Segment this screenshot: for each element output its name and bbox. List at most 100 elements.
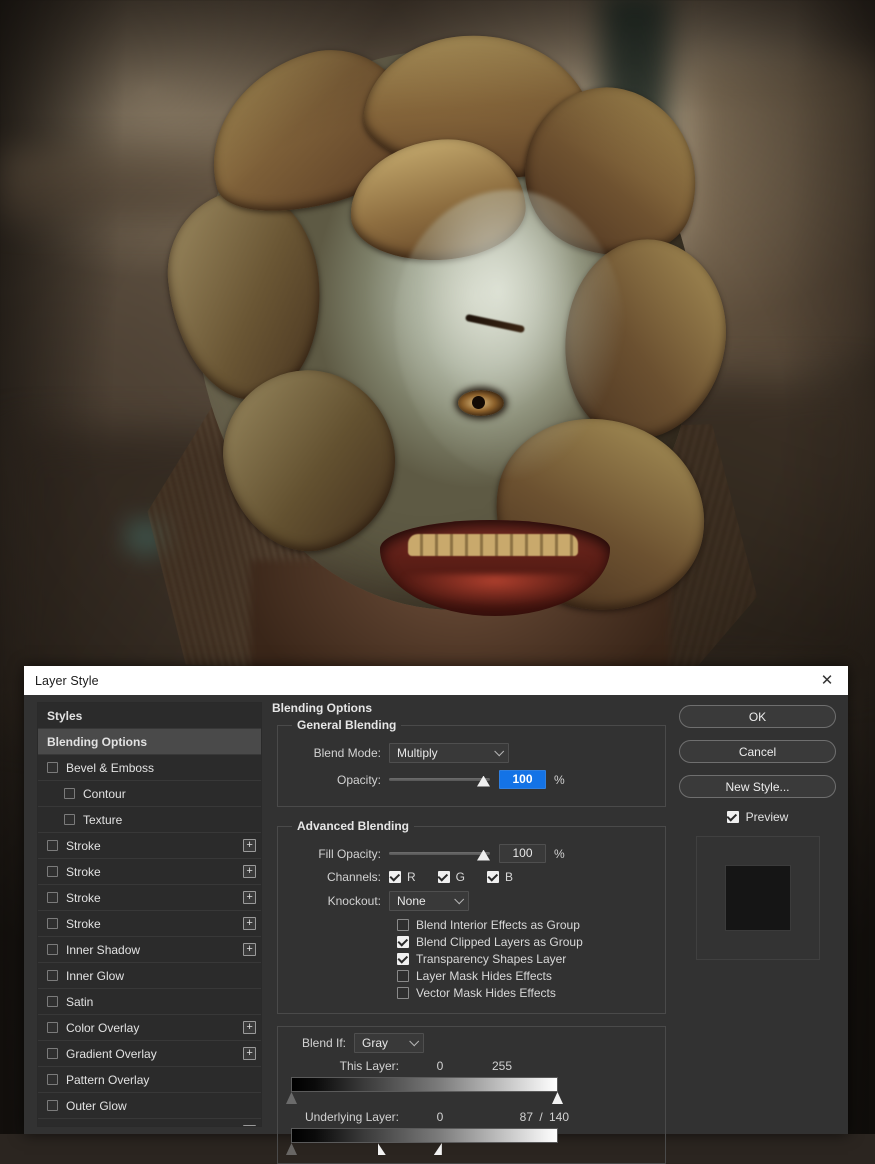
- styles-list-item[interactable]: Satin: [38, 989, 261, 1015]
- styles-list-item[interactable]: Styles: [38, 703, 261, 729]
- styles-list-item-label: Gradient Overlay: [66, 1046, 157, 1061]
- new-style-button[interactable]: New Style...: [679, 775, 836, 798]
- styles-list-item[interactable]: Contour: [38, 781, 261, 807]
- styles-list-item[interactable]: Drop Shadow+: [38, 1119, 261, 1127]
- add-effect-plus-icon[interactable]: +: [243, 1125, 256, 1126]
- advanced-option-checkbox[interactable]: [397, 953, 409, 965]
- blend-mode-row: Blend Mode: Multiply: [286, 743, 657, 763]
- channel-g-checkbox[interactable]: [437, 871, 450, 883]
- style-enable-checkbox[interactable]: [64, 814, 75, 825]
- add-effect-plus-icon[interactable]: +: [243, 917, 256, 930]
- styles-list-item[interactable]: Gradient Overlay +: [38, 1041, 261, 1067]
- advanced-option-row[interactable]: Layer Mask Hides Effects: [397, 969, 657, 983]
- advanced-option-checkbox[interactable]: [397, 919, 409, 931]
- style-enable-checkbox[interactable]: [47, 866, 58, 877]
- opacity-row: Opacity: 100 %: [286, 770, 657, 789]
- this-layer-black-slider[interactable]: [286, 1092, 297, 1104]
- add-effect-plus-icon[interactable]: +: [243, 1021, 256, 1034]
- add-effect-plus-icon[interactable]: +: [243, 891, 256, 904]
- preview-thumbnail: [724, 865, 791, 931]
- underlying-white-low-value[interactable]: 87: [471, 1110, 533, 1124]
- underlying-black-value[interactable]: 0: [409, 1110, 471, 1124]
- styles-list-item[interactable]: Bevel & Emboss: [38, 755, 261, 781]
- styles-list-item-label: Stroke: [66, 890, 101, 905]
- add-effect-plus-icon[interactable]: +: [243, 943, 256, 956]
- channel-b-label: B: [505, 870, 514, 884]
- panel-title: Blending Options: [272, 701, 372, 715]
- style-enable-checkbox[interactable]: [47, 918, 58, 929]
- style-enable-checkbox[interactable]: [47, 1022, 58, 1033]
- styles-list-item[interactable]: Color Overlay +: [38, 1015, 261, 1041]
- blend-if-channel-select[interactable]: Gray: [354, 1033, 424, 1053]
- style-enable-checkbox[interactable]: [47, 944, 58, 955]
- styles-list-item[interactable]: Inner Shadow +: [38, 937, 261, 963]
- styles-list-item-label: Texture: [83, 812, 123, 827]
- styles-list-item[interactable]: Stroke +: [38, 859, 261, 885]
- style-enable-checkbox[interactable]: [47, 1048, 58, 1059]
- style-enable-checkbox[interactable]: [47, 762, 58, 773]
- styles-list-item[interactable]: Stroke +: [38, 833, 261, 859]
- channel-r-checkbox[interactable]: [389, 871, 401, 883]
- styles-list-item[interactable]: Outer Glow: [38, 1093, 261, 1119]
- style-enable-checkbox[interactable]: [47, 892, 58, 903]
- style-enable-checkbox[interactable]: [47, 1074, 58, 1085]
- knockout-select[interactable]: None: [389, 891, 469, 911]
- advanced-option-row[interactable]: Vector Mask Hides Effects: [397, 986, 657, 1000]
- add-effect-plus-icon[interactable]: +: [243, 865, 256, 878]
- blend-if-label: Blend If:: [301, 1036, 346, 1050]
- opacity-slider[interactable]: [389, 771, 490, 789]
- channel-g-toggle[interactable]: G: [437, 870, 465, 884]
- advanced-option-checkbox[interactable]: [397, 936, 409, 948]
- styles-list-item[interactable]: Blending Options: [38, 729, 261, 755]
- preview-toggle[interactable]: Preview: [679, 810, 836, 824]
- channel-b-checkbox[interactable]: [487, 871, 500, 883]
- this-layer-black-value[interactable]: 0: [409, 1059, 471, 1073]
- channel-b-toggle[interactable]: B: [487, 870, 513, 884]
- preview-checkbox[interactable]: [726, 811, 739, 823]
- blend-mode-dropdown[interactable]: Multiply: [389, 743, 509, 763]
- style-enable-checkbox[interactable]: [47, 1100, 58, 1111]
- advanced-option-row[interactable]: Blend Clipped Layers as Group: [397, 935, 657, 949]
- underlying-white-low-slider[interactable]: [377, 1143, 386, 1155]
- styles-list-item[interactable]: Inner Glow: [38, 963, 261, 989]
- close-icon[interactable]: ✕: [814, 670, 840, 692]
- underlying-layer-sliders[interactable]: [286, 1143, 563, 1157]
- underlying-white-high-value[interactable]: 140: [549, 1110, 611, 1124]
- style-enable-checkbox[interactable]: [47, 1126, 58, 1127]
- blend-mode-select[interactable]: Multiply: [389, 743, 509, 763]
- underlying-black-slider[interactable]: [286, 1143, 297, 1155]
- styles-list-item[interactable]: Texture: [38, 807, 261, 833]
- add-effect-plus-icon[interactable]: +: [243, 839, 256, 852]
- knockout-dropdown[interactable]: None: [389, 891, 469, 911]
- advanced-option-row[interactable]: Blend Interior Effects as Group: [397, 918, 657, 932]
- cancel-button[interactable]: Cancel: [679, 740, 836, 763]
- channel-r-toggle[interactable]: R: [389, 870, 416, 884]
- underlying-white-high-slider[interactable]: [433, 1143, 442, 1155]
- advanced-option-label: Blend Clipped Layers as Group: [416, 935, 583, 949]
- this-layer-sliders[interactable]: [286, 1092, 563, 1106]
- blend-if-channel-dropdown[interactable]: Gray: [354, 1033, 424, 1053]
- style-enable-checkbox[interactable]: [47, 996, 58, 1007]
- knockout-row: Knockout: None: [286, 891, 657, 911]
- fill-opacity-input[interactable]: 100: [499, 844, 546, 863]
- this-layer-white-slider[interactable]: [552, 1092, 563, 1104]
- fill-opacity-slider[interactable]: [389, 845, 490, 863]
- underlying-value-separator: /: [539, 1110, 543, 1124]
- advanced-blending-group: Advanced Blending Fill Opacity: 100 % Ch…: [277, 819, 666, 1014]
- styles-list[interactable]: Styles Blending Options Bevel & Emboss Cont…: [37, 702, 262, 1127]
- style-enable-checkbox[interactable]: [64, 788, 75, 799]
- advanced-option-row[interactable]: Transparency Shapes Layer: [397, 952, 657, 966]
- styles-list-item[interactable]: Pattern Overlay: [38, 1067, 261, 1093]
- style-enable-checkbox[interactable]: [47, 840, 58, 851]
- styles-list-item[interactable]: Stroke +: [38, 885, 261, 911]
- advanced-option-checkbox[interactable]: [397, 970, 409, 982]
- style-enable-checkbox[interactable]: [47, 970, 58, 981]
- this-layer-white-value[interactable]: 255: [471, 1059, 533, 1073]
- ok-button[interactable]: OK: [679, 705, 836, 728]
- preview-thumbnail-frame: [695, 836, 820, 960]
- styles-list-item[interactable]: Stroke +: [38, 911, 261, 937]
- add-effect-plus-icon[interactable]: +: [243, 1047, 256, 1060]
- advanced-option-checkbox[interactable]: [397, 987, 409, 999]
- opacity-input[interactable]: 100: [499, 770, 546, 789]
- channels-label: Channels:: [326, 870, 381, 884]
